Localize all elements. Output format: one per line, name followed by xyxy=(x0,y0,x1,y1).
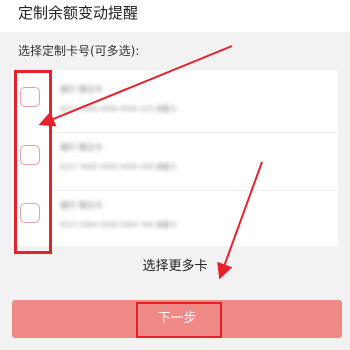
card-detail: 6217 0000 0000 0000 456 储蓄卡 xyxy=(60,163,177,171)
page-header: 定制余额变动提醒 xyxy=(0,0,350,32)
card-row[interactable]: 银行 借记卡 6217 0000 0000 0000 456 储蓄卡 xyxy=(12,132,338,190)
next-step-button[interactable]: 下一步 xyxy=(12,300,342,338)
card-checkbox[interactable] xyxy=(20,145,40,165)
page-title: 定制余额变动提醒 xyxy=(18,4,139,22)
card-detail: 6217 0000 0000 0000 789 储蓄卡 xyxy=(60,221,177,229)
card-row[interactable]: 银行 借记卡 6217 0000 0000 0000 123 储蓄卡 xyxy=(12,74,338,132)
select-more-cards-link[interactable]: 选择更多卡 xyxy=(12,250,338,284)
card-row[interactable]: 银行 借记卡 6217 0000 0000 0000 789 储蓄卡 xyxy=(12,190,338,248)
card-list: 银行 借记卡 6217 0000 0000 0000 123 储蓄卡 银行 借记… xyxy=(12,70,338,246)
card-name: 银行 借记卡 xyxy=(60,143,103,152)
card-name: 银行 借记卡 xyxy=(60,85,103,94)
card-detail: 6217 0000 0000 0000 123 储蓄卡 xyxy=(60,105,177,113)
card-name: 银行 借记卡 xyxy=(60,201,103,210)
card-checkbox[interactable] xyxy=(20,203,40,223)
section-label: 选择定制卡号(可多选): xyxy=(18,44,140,58)
card-checkbox[interactable] xyxy=(20,87,40,107)
